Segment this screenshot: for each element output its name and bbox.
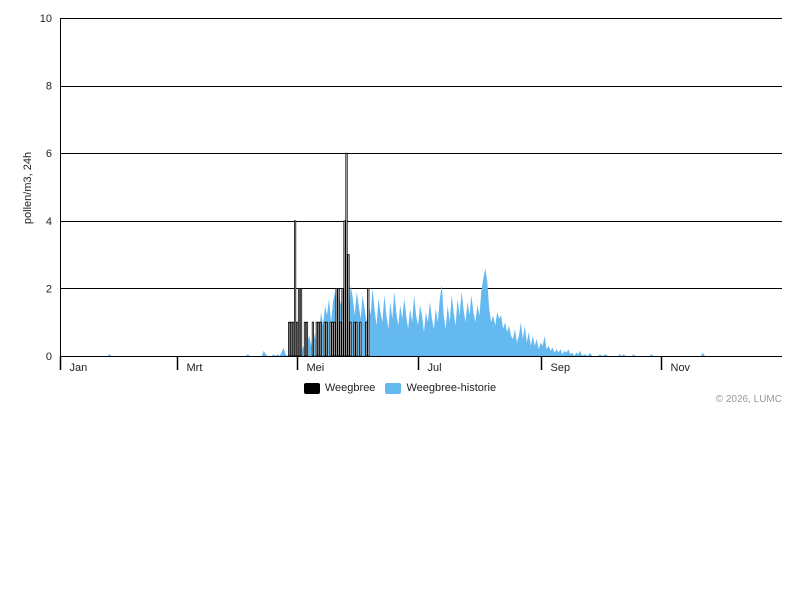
pollen-bar	[292, 321, 295, 357]
y-tick-label: 4	[46, 216, 52, 228]
pollen-bar	[299, 287, 303, 357]
pollen-bar	[355, 321, 358, 357]
x-tick-label: Jul	[428, 362, 442, 374]
y-tick-label: 10	[40, 13, 52, 25]
x-tick-label: Nov	[671, 362, 691, 374]
pollen-bar	[290, 321, 293, 357]
y-tick-label: 0	[46, 351, 52, 363]
y-axis-label: pollen/m3, 24h	[22, 152, 34, 224]
y-tick-label: 6	[46, 148, 52, 160]
pollen-bar	[343, 220, 346, 357]
pollen-bar	[297, 287, 301, 357]
pollen-bar	[339, 321, 342, 357]
pollen-bar	[359, 321, 362, 357]
pollen-bar	[331, 321, 334, 357]
pollen-bar	[323, 321, 326, 357]
pollen-bar	[305, 321, 309, 357]
x-tick-label: Mei	[307, 362, 325, 374]
pollen-bar	[319, 321, 322, 357]
pollen-bar	[293, 220, 297, 357]
pollen-bar	[341, 287, 344, 357]
pollen-chart: 0 2 4 6 8 10 Jan Mrt Mei Jul Sep Nov pollen/m3, 24h	[22, 13, 782, 374]
legend-item-weegbree-historie[interactable]: Weegbree-historie	[385, 382, 496, 394]
pollen-bar	[315, 321, 318, 357]
pollen-bar	[347, 254, 350, 357]
x-tick-label: Jan	[70, 362, 88, 374]
history-area	[60, 268, 782, 356]
pollen-bar	[333, 321, 336, 357]
pollen-bar	[303, 321, 307, 357]
credit-text: © 2026, LUMC	[715, 394, 782, 405]
pollen-bar	[349, 321, 352, 357]
pollen-bar	[295, 321, 299, 357]
legend-swatch-weegbree-historie	[385, 382, 402, 394]
pollen-bar	[345, 152, 348, 357]
pollen-bar	[365, 321, 368, 357]
x-tick-label: Sep	[551, 362, 571, 374]
pollen-bar	[337, 287, 340, 357]
legend-label-weegbree: Weegbree	[324, 382, 376, 394]
legend: Weegbree Weegbree-historie	[0, 378, 800, 398]
history-area-layer	[60, 268, 782, 356]
y-tick-label: 2	[46, 283, 52, 295]
legend-swatch-weegbree	[303, 382, 320, 394]
pollen-bar	[367, 287, 370, 357]
y-tick-label: 8	[46, 81, 52, 93]
x-tick-label: Mrt	[187, 362, 203, 374]
pollen-bar	[353, 321, 356, 357]
pollen-bar	[317, 321, 320, 357]
pollen-bar	[335, 287, 338, 357]
legend-label-weegbree-historie: Weegbree-historie	[406, 382, 497, 394]
pollen-bar	[288, 321, 291, 357]
legend-item-weegbree[interactable]: Weegbree	[303, 382, 376, 394]
grid-lines	[60, 18, 782, 289]
pollen-bar	[329, 321, 332, 357]
pollen-bar	[325, 321, 328, 357]
pollen-bar	[311, 321, 314, 357]
